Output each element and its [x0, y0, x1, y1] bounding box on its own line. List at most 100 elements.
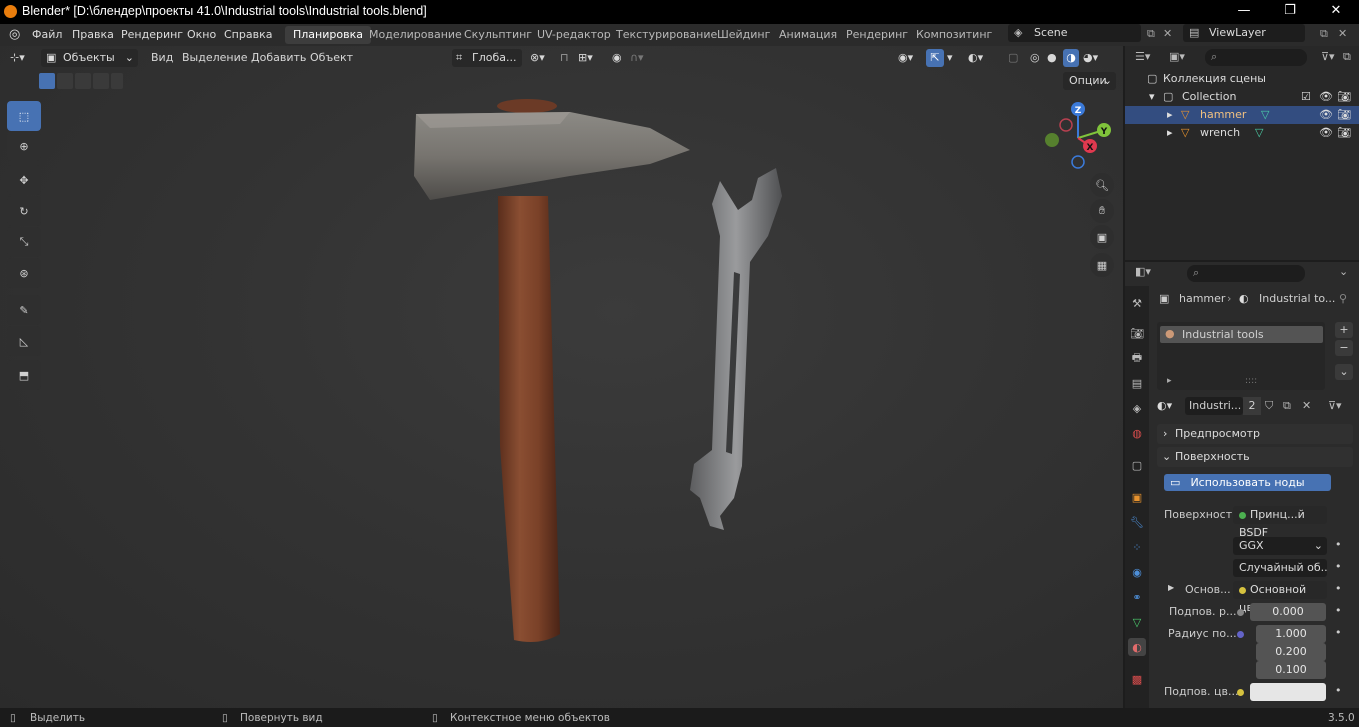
preview-panel-header[interactable]: › Предпросмотр: [1157, 424, 1353, 444]
snap-target-icon[interactable]: ⊞▾: [578, 49, 593, 67]
scene-selector[interactable]: ◈ Scene: [1008, 24, 1141, 42]
fake-user-icon[interactable]: ⛉: [1265, 399, 1273, 413]
new-scene-icon[interactable]: ⧉: [1147, 27, 1155, 41]
socket-dot[interactable]: •: [1335, 604, 1342, 617]
texture-tab-icon[interactable]: ▩: [1128, 670, 1146, 688]
select-subtract-icon[interactable]: [75, 73, 91, 89]
zoom-icon[interactable]: 🔍︎: [1090, 173, 1114, 197]
new-view-layer-icon[interactable]: ⧉: [1320, 27, 1328, 41]
new-collection-icon[interactable]: ⧉: [1343, 50, 1351, 64]
expand-right-icon[interactable]: ▸: [1167, 124, 1173, 142]
user-count[interactable]: 2: [1243, 397, 1261, 415]
material-slot-item[interactable]: ● Industrial tools: [1160, 326, 1323, 343]
socket-dot[interactable]: •: [1335, 626, 1342, 639]
socket-dot[interactable]: •: [1335, 684, 1342, 697]
tab-layout[interactable]: Планировка: [285, 26, 371, 44]
overlay-icon[interactable]: ◐▾: [968, 49, 983, 67]
move-icon[interactable]: ✥: [7, 165, 41, 195]
expand-down-icon[interactable]: ▾: [1149, 88, 1155, 106]
menu-help[interactable]: Справка: [224, 28, 272, 41]
outliner-editor-icon[interactable]: ☰▾: [1135, 50, 1150, 63]
add-cube-icon[interactable]: ⬒: [7, 360, 41, 390]
menu-edit[interactable]: Правка: [72, 28, 114, 41]
socket-dot[interactable]: •: [1335, 538, 1342, 551]
surface-shader-field[interactable]: Принц...й BSDF: [1233, 506, 1327, 539]
display-mode-icon[interactable]: ▣▾: [1169, 50, 1185, 63]
view-layer-tab-icon[interactable]: ▤: [1128, 374, 1146, 392]
cursor-icon[interactable]: ⊕: [7, 131, 41, 161]
distribution-dropdown[interactable]: GGX ⌄: [1233, 537, 1327, 555]
eye-icon[interactable]: 👁︎: [1319, 88, 1333, 106]
expand-right-icon[interactable]: ▸: [1167, 106, 1173, 124]
socket-dot[interactable]: •: [1335, 560, 1342, 573]
subsurface-method-dropdown[interactable]: Случайный об...: [1233, 559, 1327, 577]
select-invert-icon[interactable]: [93, 73, 109, 89]
menu-render[interactable]: Рендеринг: [121, 28, 183, 41]
camera-render-icon[interactable]: 📷︎: [1337, 88, 1351, 106]
camera-render-icon[interactable]: 📷︎: [1337, 106, 1351, 124]
snap-icon[interactable]: ⊓: [560, 49, 569, 67]
slot-menu-button[interactable]: ⌄: [1335, 364, 1353, 380]
particles-tab-icon[interactable]: ⁘: [1128, 538, 1146, 556]
eye-icon[interactable]: 👁︎: [1319, 124, 1333, 142]
menu-select[interactable]: Выделение: [182, 49, 248, 67]
scene-collection-row[interactable]: ▢ Коллекция сцены: [1125, 70, 1359, 88]
transform-icon[interactable]: ⊛: [7, 258, 41, 288]
select-intersect-icon[interactable]: [111, 73, 123, 89]
world-tab-icon[interactable]: ◍: [1128, 424, 1146, 442]
object-tab-icon[interactable]: ▣: [1128, 488, 1146, 506]
3d-viewport[interactable]: ⊹▾ ▣ Объекты ⌄ Вид Выделение Добавить Об…: [0, 46, 1123, 708]
output-tab-icon[interactable]: 🖶︎: [1128, 349, 1146, 367]
delete-view-layer-icon[interactable]: ✕: [1338, 27, 1347, 40]
outliner-search-input[interactable]: ⌕: [1205, 49, 1307, 66]
modifier-tab-icon[interactable]: 🔧︎: [1128, 513, 1146, 531]
radius-z-field[interactable]: 0.100: [1256, 661, 1326, 679]
material-browse-icon[interactable]: ◐▾: [1157, 397, 1187, 415]
gizmo-toggle-icon[interactable]: ⇱: [926, 49, 944, 67]
tab-rendering[interactable]: Рендеринг: [838, 26, 916, 44]
delete-scene-icon[interactable]: ✕: [1163, 27, 1172, 40]
falloff-icon[interactable]: ∩▾: [630, 49, 644, 67]
tab-sculpting[interactable]: Скульптинг: [456, 26, 540, 44]
tab-animation[interactable]: Анимация: [771, 26, 845, 44]
visibility-icon[interactable]: ◉▾: [898, 49, 913, 67]
subsurface-value-field[interactable]: 0.000: [1250, 603, 1326, 621]
unlink-icon[interactable]: ✕: [1302, 399, 1311, 412]
expand-right-icon[interactable]: ▶: [1168, 583, 1174, 592]
material-shading-icon[interactable]: ◑: [1063, 49, 1079, 67]
radius-x-field[interactable]: 1.000: [1256, 625, 1326, 643]
menu-view[interactable]: Вид: [151, 49, 173, 67]
maximize-button[interactable]: ❐: [1267, 0, 1313, 24]
base-color-field[interactable]: Основной цвет: [1233, 581, 1327, 614]
menu-window[interactable]: Окно: [187, 28, 216, 41]
remove-slot-button[interactable]: −: [1335, 340, 1353, 356]
resize-handle[interactable]: ::::: [1245, 376, 1257, 386]
tab-texture-paint[interactable]: Текстурирование: [608, 26, 725, 44]
tab-uv-editing[interactable]: UV-редактор: [529, 26, 619, 44]
outliner-item-hammer[interactable]: ▸ ▽ hammer ▽ 👁︎ 📷︎: [1125, 106, 1359, 124]
surface-panel-header[interactable]: ⌄ Поверхность: [1157, 447, 1353, 467]
gizmo-menu-icon[interactable]: ▾: [947, 49, 953, 67]
filter-icon[interactable]: ⊽▾: [1321, 50, 1335, 63]
solid-shading-icon[interactable]: ●: [1047, 49, 1057, 67]
pin-icon[interactable]: ⚲: [1339, 292, 1347, 305]
tab-modeling[interactable]: Моделирование: [361, 26, 470, 44]
rendered-shading-icon[interactable]: ◕▾: [1083, 49, 1098, 67]
collection-row[interactable]: ▾ ▢ Collection ☑ 👁︎ 📷︎: [1125, 88, 1359, 106]
checkbox-icon[interactable]: ☑: [1301, 88, 1311, 106]
tool-tab-icon[interactable]: ⚒: [1128, 294, 1146, 312]
orientation-dropdown[interactable]: ⌗ Глоба...: [452, 49, 522, 67]
minimize-button[interactable]: —: [1221, 0, 1267, 24]
link-type-icon[interactable]: ⊽▾: [1328, 399, 1342, 412]
collection-tab-icon[interactable]: ▢: [1128, 456, 1146, 474]
select-extend-icon[interactable]: [57, 73, 73, 89]
material-name-field[interactable]: Industri...: [1185, 397, 1243, 415]
material-tab-icon[interactable]: ◐: [1128, 638, 1146, 656]
mode-dropdown[interactable]: ▣ Объекты ⌄: [41, 49, 138, 67]
outliner-item-wrench[interactable]: ▸ ▽ wrench ▽ 👁︎ 📷︎: [1125, 124, 1359, 142]
tab-shading[interactable]: Шейдинг: [709, 26, 778, 44]
duplicate-icon[interactable]: ⧉: [1283, 399, 1291, 413]
close-button[interactable]: ✕: [1313, 0, 1359, 24]
annotate-icon[interactable]: ✎: [7, 295, 41, 325]
tab-compositing[interactable]: Композитинг: [908, 26, 1000, 44]
